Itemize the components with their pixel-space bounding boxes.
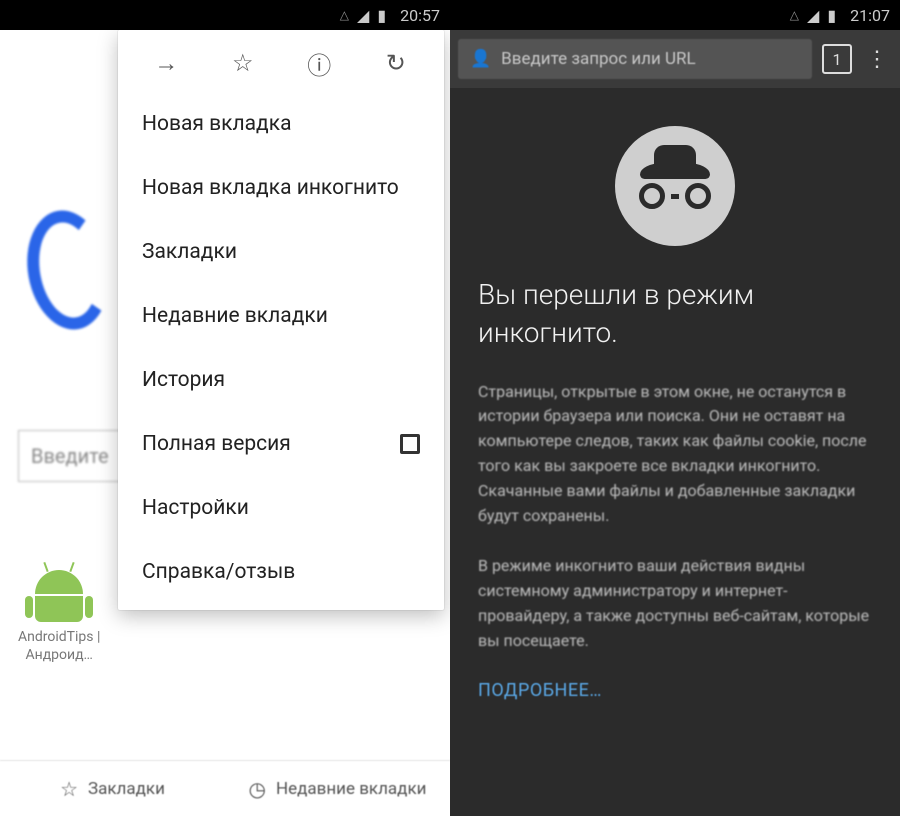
google-logo-fragment (18, 204, 118, 336)
bottom-bookmarks-label: Закладки (88, 779, 165, 799)
menu-item-label: Полная версия (142, 432, 291, 456)
most-visited-tile[interactable]: AndroidTips | Андроид… (18, 570, 100, 664)
menu-new-tab[interactable]: Новая вкладка (118, 92, 444, 156)
menu-item-label: Справка/отзыв (142, 560, 295, 584)
status-time: 20:57 (400, 6, 440, 25)
menu-desktop-site[interactable]: Полная версия (118, 412, 444, 476)
overflow-menu: → ☆ ⓘ ↻ Новая вкладка Новая вкладка инко… (118, 30, 444, 610)
menu-recent-tabs[interactable]: Недавние вкладки (118, 284, 444, 348)
menu-item-label: Новая вкладка инкогнито (142, 176, 399, 200)
clock-icon: ◷ (249, 777, 266, 801)
status-bar: △ ◢ ▮ 21:07 (450, 0, 900, 30)
star-icon: ☆ (60, 777, 78, 801)
empty-signal-icon: △ (790, 8, 799, 22)
battery-icon: ▮ (377, 6, 386, 25)
omnibar: 👤 Введите запрос или URL 1 ⋮ (450, 30, 900, 88)
bottom-bookmarks[interactable]: ☆ Закладки (0, 777, 225, 801)
incognito-icon (615, 126, 735, 246)
menu-item-label: Закладки (142, 240, 237, 264)
menu-bookmarks[interactable]: Закладки (118, 220, 444, 284)
url-placeholder: Введите запрос или URL (501, 49, 696, 69)
checkbox-unchecked-icon[interactable] (400, 434, 420, 454)
menu-icon-row: → ☆ ⓘ ↻ (118, 30, 444, 92)
overflow-menu-icon[interactable]: ⋮ (862, 47, 892, 72)
url-field[interactable]: 👤 Введите запрос или URL (458, 39, 812, 79)
menu-item-label: История (142, 368, 225, 392)
info-icon[interactable]: ⓘ (306, 50, 332, 76)
bottom-recent-label: Недавние вкладки (276, 779, 426, 799)
bottom-bar: ☆ Закладки ◷ Недавние вкладки (0, 760, 450, 816)
forward-icon[interactable]: → (153, 50, 179, 76)
menu-item-label: Недавние вкладки (142, 304, 328, 328)
tile-label-line2: Андроид… (18, 646, 100, 664)
glasses-icon (639, 183, 711, 209)
menu-new-incognito[interactable]: Новая вкладка инкогнито (118, 156, 444, 220)
tabs-count: 1 (833, 50, 842, 69)
menu-help[interactable]: Справка/отзыв (118, 540, 444, 604)
incognito-page: Вы перешли в режим инкогнито. Страницы, … (450, 88, 900, 816)
empty-signal-icon: △ (340, 8, 349, 22)
battery-icon: ▮ (827, 6, 836, 25)
chrome-home: Введите AndroidTips | Андроид… ☆ Закладк… (0, 30, 450, 816)
status-bar: △ ◢ ▮ 20:57 (0, 0, 450, 30)
signal-icon: ◢ (357, 6, 369, 25)
status-time: 21:07 (850, 6, 890, 25)
hat-icon (640, 163, 710, 179)
learn-more-link[interactable]: ПОДРОБНЕЕ… (478, 680, 872, 701)
android-icon (35, 570, 83, 594)
incognito-badge-icon: 👤 (470, 49, 491, 69)
right-screenshot: △ ◢ ▮ 21:07 👤 Введите запрос или URL 1 ⋮… (450, 0, 900, 816)
left-screenshot: △ ◢ ▮ 20:57 Введите AndroidTips | Андрои… (0, 0, 450, 816)
bottom-recent[interactable]: ◷ Недавние вкладки (225, 777, 450, 801)
menu-item-label: Новая вкладка (142, 112, 292, 136)
menu-item-label: Настройки (142, 496, 249, 520)
incognito-paragraph-1: Страницы, открытые в этом окне, не остан… (478, 380, 872, 529)
reload-icon[interactable]: ↻ (383, 50, 409, 76)
signal-icon: ◢ (807, 6, 819, 25)
bookmark-star-icon[interactable]: ☆ (230, 50, 256, 76)
incognito-paragraph-2: В режиме инкогнито ваши действия видны с… (478, 554, 872, 653)
search-placeholder: Введите (31, 444, 109, 468)
incognito-title: Вы перешли в режим инкогнито. (478, 276, 872, 352)
tabs-button[interactable]: 1 (822, 44, 852, 74)
search-input[interactable]: Введите (18, 430, 128, 482)
tile-label-line1: AndroidTips | (18, 628, 100, 646)
menu-history[interactable]: История (118, 348, 444, 412)
menu-settings[interactable]: Настройки (118, 476, 444, 540)
